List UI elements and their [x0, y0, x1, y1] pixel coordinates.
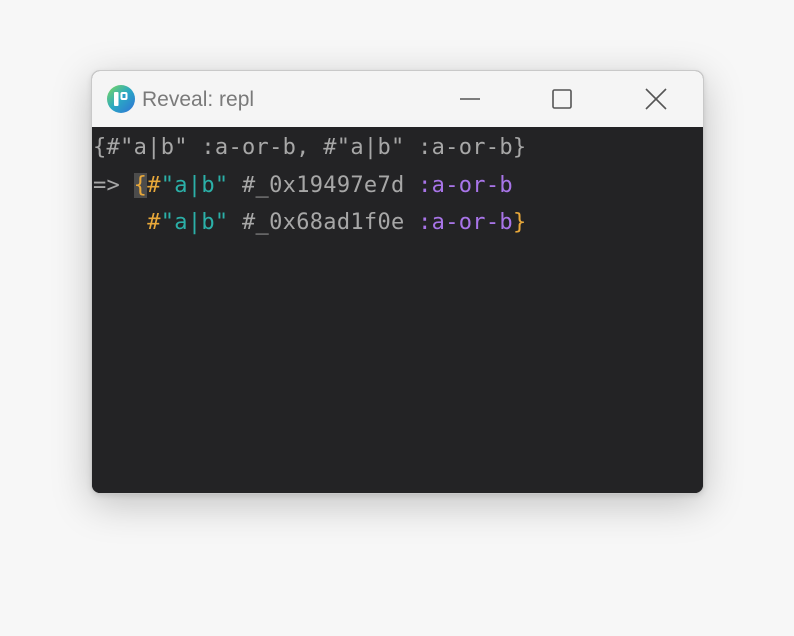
- regex-hash-1: #: [147, 172, 161, 198]
- result-open-brace: {: [133, 172, 148, 198]
- minimize-button[interactable]: [440, 79, 500, 119]
- object-tag-2: #_0x68ad1f0e: [228, 210, 419, 235]
- title-bar[interactable]: Reveal: repl: [92, 71, 703, 127]
- close-button[interactable]: [626, 79, 686, 119]
- keyword-1: :a-or-b: [418, 172, 513, 198]
- minimize-icon: [460, 98, 480, 100]
- close-icon: [645, 88, 667, 110]
- result-close-brace: }: [512, 210, 527, 235]
- repl-result-line-1: => {#"a|b" #_0x19497e7d :a-or-b: [92, 167, 703, 205]
- keyword-2: :a-or-b: [418, 210, 513, 235]
- window-title: Reveal: repl: [142, 88, 255, 111]
- regex-string-2: "a|b": [160, 210, 229, 235]
- repl-window: Reveal: repl {#"a|b" :a-or-b, #"a|b" :a-…: [91, 70, 704, 494]
- repl-input-text: {#"a|b" :a-or-b, #"a|b" :a-or-b}: [93, 135, 527, 160]
- repl-result-line-2: #"a|b" #_0x68ad1f0e :a-or-b}: [92, 204, 703, 242]
- maximize-icon: [552, 89, 572, 109]
- regex-hash-2: #: [147, 210, 161, 235]
- reveal-logo-icon: [107, 85, 135, 113]
- regex-string-1: "a|b": [160, 172, 229, 198]
- repl-output[interactable]: {#"a|b" :a-or-b, #"a|b" :a-or-b} => {#"a…: [92, 127, 703, 493]
- maximize-button[interactable]: [532, 79, 592, 119]
- repl-input-line: {#"a|b" :a-or-b, #"a|b" :a-or-b}: [92, 129, 703, 167]
- repl-prompt: =>: [93, 172, 134, 198]
- object-tag-1: #_0x19497e7d: [228, 172, 419, 198]
